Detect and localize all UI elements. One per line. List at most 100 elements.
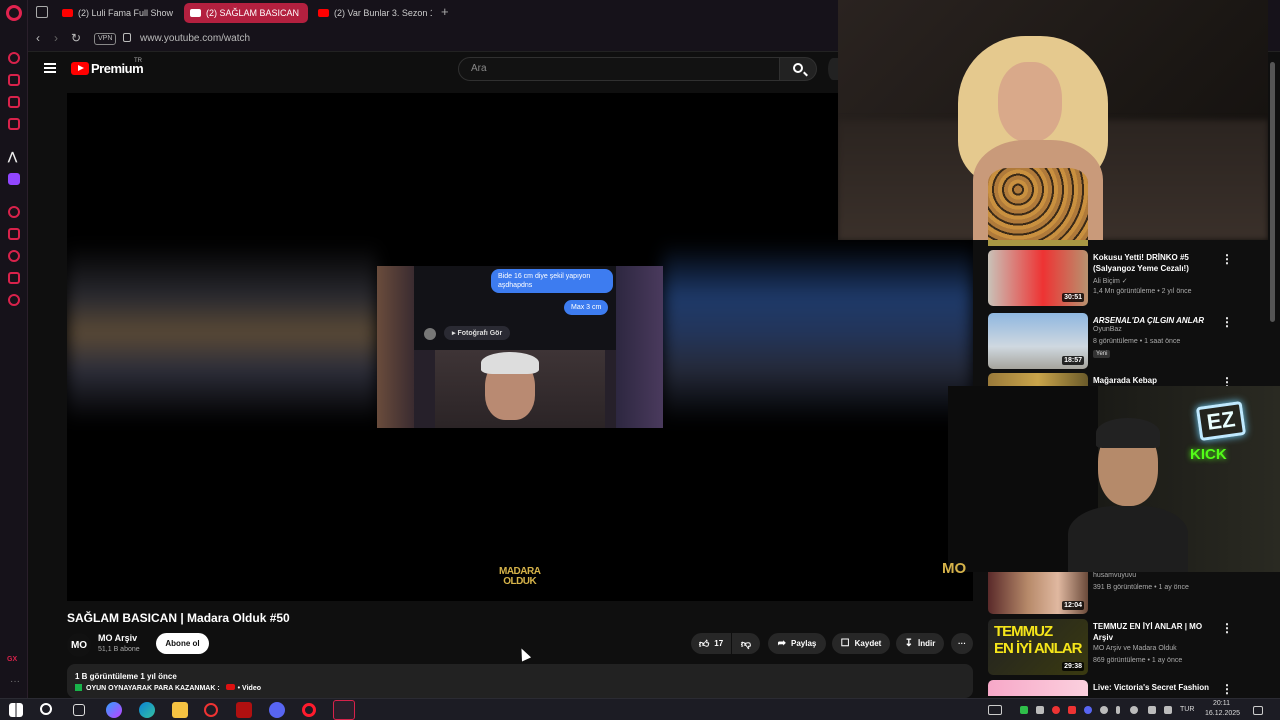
chat-avatar <box>424 328 436 340</box>
voice-search-button[interactable] <box>828 58 838 80</box>
more-options-icon[interactable]: ⋮ <box>1221 682 1233 696</box>
tray-app-icon[interactable] <box>1052 706 1060 714</box>
settings-gear-icon[interactable] <box>8 294 20 306</box>
volume-icon[interactable] <box>1164 706 1172 714</box>
clock-date[interactable]: 16.12.2025 <box>1205 710 1240 717</box>
recommended-item[interactable]: 12:04 husamvuyuvu 391 B görüntüleme • 1 … <box>988 572 1268 614</box>
lock-icon[interactable] <box>123 33 131 42</box>
video-thumbnail[interactable]: TEMMUZ EN İYİ ANLAR 29:38 <box>988 619 1088 675</box>
download-button[interactable]: ↧ İndir <box>896 633 944 654</box>
recommended-channel[interactable]: husamvuyuvu <box>1093 572 1136 579</box>
youtube-favicon-icon <box>318 9 329 17</box>
task-view-icon[interactable] <box>73 704 85 716</box>
player-icon[interactable] <box>8 206 20 218</box>
video-thumbnail[interactable] <box>988 680 1088 696</box>
description-box[interactable]: 1 B görüntüleme 1 yıl önce OYUN OYNAYARA… <box>67 664 973 698</box>
extensions-icon[interactable] <box>8 272 20 284</box>
back-icon[interactable]: ‹ <box>36 31 40 45</box>
streamer-webcam <box>435 350 605 428</box>
file-explorer-icon[interactable] <box>172 702 188 718</box>
messenger-icon[interactable] <box>8 96 20 108</box>
more-options-icon[interactable]: ⋮ <box>1221 621 1233 635</box>
bookmarks-icon[interactable] <box>8 228 20 240</box>
tab-islands-icon[interactable] <box>36 6 48 18</box>
discord-icon[interactable] <box>269 702 285 718</box>
tray-app-icon[interactable] <box>1036 706 1044 714</box>
recommended-item[interactable]: Mağarada Kebap ⋮ <box>988 373 1268 389</box>
recommended-channel[interactable]: MO Arşiv ve Madara Olduk <box>1093 645 1177 652</box>
recommended-item[interactable]: 18:57 ARSENAL'DA ÇILGIN ANLAR OyunBaz 8 … <box>988 313 1268 373</box>
recommended-title[interactable]: Kokusu Yetti! DRİNKO #5 (Salyangoz Yeme … <box>1093 252 1223 274</box>
share-button[interactable]: ➦ Paylaş <box>768 633 826 654</box>
tab-saglam-basican[interactable]: (2) SAĞLAM BASICAN <box>184 3 308 23</box>
tray-app-icon[interactable] <box>1100 706 1108 714</box>
url-field[interactable]: www.youtube.com/watch <box>140 33 250 44</box>
watermark-bottom: OLDUK <box>503 576 537 587</box>
opera-icon[interactable] <box>302 703 316 717</box>
start-button-icon[interactable] <box>9 703 23 717</box>
picture-in-picture-overlay[interactable] <box>838 0 1268 240</box>
history-icon[interactable] <box>8 250 20 262</box>
twitch-icon[interactable] <box>8 173 20 185</box>
new-tab-button[interactable]: + <box>441 4 449 19</box>
more-actions-button[interactable]: ··· <box>951 633 973 654</box>
region-code: TR <box>134 58 142 64</box>
recommended-title[interactable]: ARSENAL'DA ÇILGIN ANLAR <box>1093 315 1223 326</box>
recommended-item[interactable]: 30:51 Kokusu Yetti! DRİNKO #5 (Salyangoz… <box>988 250 1268 310</box>
video-thumbnail[interactable]: 18:57 <box>988 313 1088 369</box>
video-thumbnail[interactable]: 30:51 <box>988 250 1088 306</box>
recommended-title[interactable]: Mağarada Kebap <box>1093 375 1223 386</box>
subscribe-button[interactable]: Abone ol <box>156 633 209 654</box>
search-icon[interactable] <box>40 703 52 715</box>
recommended-item[interactable]: Live: Victoria's Secret Fashion ⋮ <box>988 680 1268 696</box>
channel-name[interactable]: MO Arşiv <box>98 633 137 643</box>
keyboard-icon[interactable] <box>988 705 1002 715</box>
forward-icon[interactable]: › <box>54 31 58 45</box>
more-options-icon[interactable]: ⋮ <box>1221 252 1233 266</box>
like-button[interactable]: 👍︎ 17 <box>691 633 731 654</box>
clock-time[interactable]: 20:11 <box>1213 700 1230 707</box>
reload-icon[interactable]: ↻ <box>71 31 81 45</box>
description-video-link[interactable]: • Video <box>238 685 261 692</box>
save-button[interactable]: ☐ Kaydet <box>832 633 890 654</box>
more-options-icon[interactable]: ⋮ <box>1221 315 1233 329</box>
opera-gx-active-icon[interactable] <box>333 700 355 720</box>
ai-icon[interactable]: ⋀ <box>8 150 20 163</box>
video-thumbnail[interactable] <box>988 373 1088 387</box>
vpn-badge[interactable]: VPN <box>94 33 117 45</box>
copilot-icon[interactable] <box>106 702 122 718</box>
voice-mod-icon[interactable] <box>236 702 252 718</box>
recommended-channel[interactable]: Ali Biçim ✓ <box>1093 277 1128 285</box>
search-button[interactable] <box>779 57 817 81</box>
network-icon[interactable] <box>1148 706 1156 714</box>
gx-control-icon[interactable] <box>8 52 20 64</box>
channel-avatar[interactable]: MO <box>67 633 91 657</box>
tray-app-icon[interactable] <box>1130 706 1138 714</box>
opera-gx-icon[interactable] <box>204 703 218 717</box>
video-thumbnail[interactable]: 12:04 <box>988 572 1088 614</box>
tray-app-icon[interactable] <box>1020 706 1028 714</box>
microphone-icon[interactable] <box>1116 706 1120 714</box>
input-language[interactable]: TUR <box>1180 706 1194 713</box>
scrollbar-thumb[interactable] <box>1270 62 1275 322</box>
recommended-item[interactable]: TEMMUZ EN İYİ ANLAR 29:38 TEMMUZ EN İYİ A… <box>988 619 1268 679</box>
duration-badge: 29:38 <box>1062 662 1084 671</box>
page-scrollbar[interactable] <box>1270 52 1276 698</box>
instagram-icon[interactable] <box>8 118 20 130</box>
sidebar-more-icon[interactable]: ··· <box>10 676 20 687</box>
tray-app-icon[interactable] <box>1068 706 1076 714</box>
tab-luli-fama[interactable]: (2) Luli Fama Full Show in <box>56 3 176 23</box>
search-input[interactable]: Ara <box>458 57 780 81</box>
gx-corner-icon[interactable] <box>8 74 20 86</box>
notification-icon[interactable] <box>1253 706 1263 715</box>
recommended-title[interactable]: Live: Victoria's Secret Fashion <box>1093 682 1223 693</box>
dislike-button[interactable]: 👎︎ <box>732 633 760 654</box>
edge-icon[interactable] <box>139 702 155 718</box>
tab-var-bunlar[interactable]: (2) Var Bunlar 3. Sezon 1. <box>312 3 432 23</box>
recommended-channel[interactable]: OyunBaz <box>1093 326 1122 333</box>
recommended-title[interactable]: TEMMUZ EN İYİ ANLAR | MO Arşiv <box>1093 621 1223 643</box>
menu-icon[interactable] <box>44 63 56 73</box>
opera-gx-logo-icon[interactable] <box>6 5 22 21</box>
youtube-logo-icon[interactable] <box>71 62 89 75</box>
discord-tray-icon[interactable] <box>1084 706 1092 714</box>
